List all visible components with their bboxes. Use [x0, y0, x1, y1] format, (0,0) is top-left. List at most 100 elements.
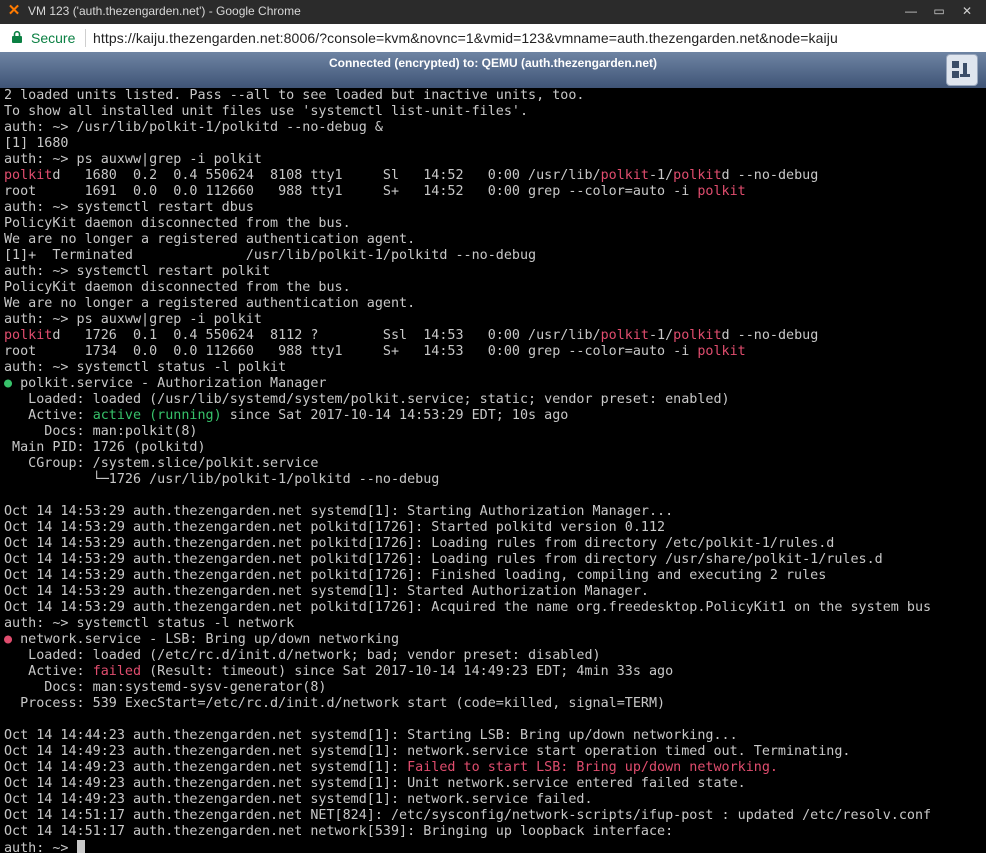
terminal-text: auth: ~> systemctl restart dbus — [4, 200, 254, 215]
terminal-text: Oct 14 14:49:23 auth.thezengarden.net sy… — [4, 776, 746, 791]
terminal-text: Loaded: loaded (/usr/lib/systemd/system/… — [4, 392, 730, 407]
terminal-line: We are no longer a registered authentica… — [4, 232, 931, 248]
terminal-text: CGroup: /system.slice/polkit.service — [4, 456, 319, 471]
terminal-line: auth: ~> /usr/lib/polkit-1/polkitd --no-… — [4, 120, 931, 136]
terminal-line: polkitd 1726 0.1 0.4 550624 8112 ? Ssl 1… — [4, 328, 931, 344]
terminal-line: Oct 14 14:53:29 auth.thezengarden.net po… — [4, 568, 931, 584]
minimize-button[interactable]: — — [898, 2, 924, 20]
terminal-text: polkit — [673, 328, 722, 343]
close-button[interactable]: ✕ — [954, 2, 980, 20]
terminal-text: Oct 14 14:53:29 auth.thezengarden.net po… — [4, 520, 666, 535]
terminal-text: Active: — [4, 408, 93, 423]
terminal-line: Loaded: loaded (/etc/rc.d/init.d/network… — [4, 648, 931, 664]
terminal-text: auth: ~> systemctl status -l polkit — [4, 360, 287, 375]
terminal-text: 2 loaded units listed. Pass --all to see… — [4, 88, 585, 103]
terminal-text: PolicyKit daemon disconnected from the b… — [4, 280, 351, 295]
terminal-text: Oct 14 14:49:23 auth.thezengarden.net sy… — [4, 744, 851, 759]
terminal-line: Active: active (running) since Sat 2017-… — [4, 408, 931, 424]
terminal-line: ● polkit.service - Authorization Manager — [4, 376, 931, 392]
novnc-status-bar: Connected (encrypted) to: QEMU (auth.the… — [0, 52, 986, 88]
terminal-line: auth: ~> ps auxww|grep -i polkit — [4, 312, 931, 328]
terminal-text: auth: ~> systemctl status -l network — [4, 616, 295, 631]
terminal-text: polkit — [697, 184, 746, 199]
terminal-text: We are no longer a registered authentica… — [4, 232, 416, 247]
terminal-text: auth: ~> ps auxww|grep -i polkit — [4, 312, 262, 327]
terminal-text: Oct 14 14:49:23 auth.thezengarden.net sy… — [4, 760, 408, 775]
terminal-text: To show all installed unit files use 'sy… — [4, 104, 529, 119]
terminal-text: auth: ~> — [4, 841, 77, 853]
maximize-button[interactable]: ▭ — [926, 2, 952, 20]
terminal-line: Docs: man:polkit(8) — [4, 424, 931, 440]
terminal-text: PolicyKit daemon disconnected from the b… — [4, 216, 351, 231]
terminal-line: Oct 14 14:53:29 auth.thezengarden.net sy… — [4, 504, 931, 520]
terminal-text: ● — [4, 632, 13, 647]
terminal-text: Oct 14 14:53:29 auth.thezengarden.net sy… — [4, 504, 674, 519]
terminal-line: auth: ~> systemctl restart polkit — [4, 264, 931, 280]
terminal-text: Docs: man:systemd-sysv-generator(8) — [4, 680, 327, 695]
connection-status: Connected (encrypted) to: QEMU (auth.the… — [328, 56, 657, 70]
terminal-line: To show all installed unit files use 'sy… — [4, 104, 931, 120]
terminal-line: Process: 539 ExecStart=/etc/rc.d/init.d/… — [4, 696, 931, 712]
terminal-line: Oct 14 14:51:17 auth.thezengarden.net NE… — [4, 808, 931, 824]
terminal-text: ● — [4, 376, 13, 391]
terminal-text: d --no-debug — [721, 168, 819, 183]
terminal-text: Oct 14 14:51:17 auth.thezengarden.net NE… — [4, 808, 932, 823]
terminal-text: since Sat 2017-10-14 14:53:29 EDT; 10s a… — [221, 408, 569, 423]
terminal-line: [1] 1680 — [4, 136, 931, 152]
terminal-line: auth: ~> ps auxww|grep -i polkit — [4, 152, 931, 168]
terminal-line: Oct 14 14:49:23 auth.thezengarden.net sy… — [4, 744, 931, 760]
terminal-text: polkit — [4, 328, 53, 343]
terminal-line: Oct 14 14:49:23 auth.thezengarden.net sy… — [4, 776, 931, 792]
terminal-text: └─1726 /usr/lib/polkit-1/polkitd --no-de… — [4, 472, 440, 487]
terminal-line: ● network.service - LSB: Bring up/down n… — [4, 632, 931, 648]
address-bar[interactable]: Secure https://kaiju.thezengarden.net:80… — [0, 24, 986, 53]
vm-console-screen[interactable]: 2 loaded units listed. Pass --all to see… — [0, 88, 986, 853]
terminal-text: -1/ — [648, 328, 674, 343]
terminal-text: Oct 14 14:53:29 auth.thezengarden.net po… — [4, 600, 932, 615]
secure-label[interactable]: Secure — [31, 30, 75, 46]
terminal-text: network.service - LSB: Bring up/down net… — [12, 632, 400, 647]
terminal-text: Oct 14 14:49:23 auth.thezengarden.net sy… — [4, 792, 593, 807]
terminal-cursor — [76, 840, 85, 853]
terminal-text: auth: ~> /usr/lib/polkit-1/polkitd --no-… — [4, 120, 383, 135]
url-text[interactable]: https://kaiju.thezengarden.net:8006/?con… — [93, 30, 838, 46]
terminal-output: 2 loaded units listed. Pass --all to see… — [4, 88, 931, 853]
terminal-text: Oct 14 14:53:29 auth.thezengarden.net po… — [4, 552, 883, 567]
terminal-text: Oct 14 14:44:23 auth.thezengarden.net sy… — [4, 728, 738, 743]
terminal-text: Oct 14 14:51:17 auth.thezengarden.net ne… — [4, 824, 674, 839]
terminal-text: [1] 1680 — [4, 136, 69, 151]
terminal-text: failed — [92, 664, 142, 679]
terminal-line: auth: ~> — [4, 840, 931, 853]
terminal-line: [1]+ Terminated /usr/lib/polkit-1/polkit… — [4, 248, 931, 264]
terminal-line: Oct 14 14:44:23 auth.thezengarden.net sy… — [4, 728, 931, 744]
address-divider — [85, 29, 86, 47]
terminal-line: 2 loaded units listed. Pass --all to see… — [4, 88, 931, 104]
terminal-line: auth: ~> systemctl status -l polkit — [4, 360, 931, 376]
terminal-line: Main PID: 1726 (polkitd) — [4, 440, 931, 456]
proxmox-icon: ✕ — [7, 2, 21, 19]
terminal-line: PolicyKit daemon disconnected from the b… — [4, 216, 931, 232]
terminal-text: -1/ — [648, 168, 674, 183]
terminal-line: polkitd 1680 0.2 0.4 550624 8108 tty1 Sl… — [4, 168, 931, 184]
window-controls: — ▭ ✕ — [898, 2, 980, 20]
settings-icon — [952, 61, 959, 68]
terminal-line: Active: failed (Result: timeout) since S… — [4, 664, 931, 680]
terminal-text: d 1680 0.2 0.4 550624 8108 tty1 Sl 14:52… — [52, 168, 601, 183]
terminal-text: polkit — [600, 328, 649, 343]
terminal-line: Oct 14 14:49:23 auth.thezengarden.net sy… — [4, 792, 931, 808]
terminal-text: Oct 14 14:53:29 auth.thezengarden.net sy… — [4, 584, 649, 599]
terminal-text: d --no-debug — [721, 328, 819, 343]
terminal-text: polkit.service - Authorization Manager — [12, 376, 327, 391]
terminal-line: CGroup: /system.slice/polkit.service — [4, 456, 931, 472]
terminal-text: Failed to start LSB: Bring up/down netwo… — [407, 760, 778, 775]
terminal-line: Oct 14 14:53:29 auth.thezengarden.net po… — [4, 600, 931, 616]
terminal-text: auth: ~> systemctl restart polkit — [4, 264, 271, 279]
settings-icon-part — [952, 71, 959, 78]
novnc-settings-button[interactable] — [946, 54, 978, 86]
terminal-line: Oct 14 14:53:29 auth.thezengarden.net po… — [4, 520, 931, 536]
lock-icon[interactable] — [10, 30, 24, 44]
window-titlebar: ✕ VM 123 ('auth.thezengarden.net') - Goo… — [0, 0, 986, 24]
terminal-line: root 1734 0.0 0.0 112660 988 tty1 S+ 14:… — [4, 344, 931, 360]
terminal-line: Oct 14 14:53:29 auth.thezengarden.net sy… — [4, 584, 931, 600]
